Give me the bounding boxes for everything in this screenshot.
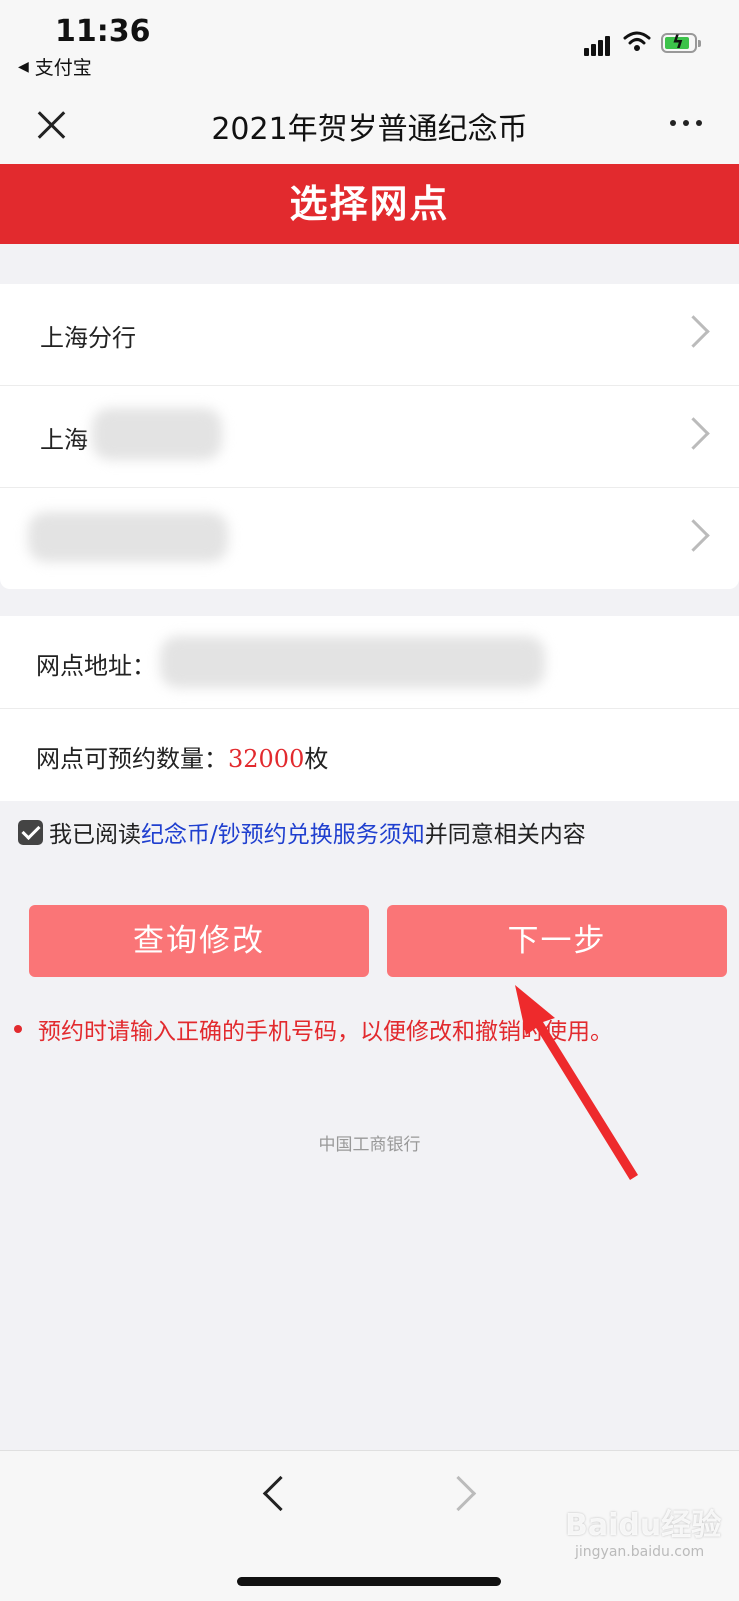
watermark: Baidu经验 jingyan.baidu.com — [565, 1508, 722, 1560]
home-indicator[interactable] — [237, 1577, 501, 1586]
annotation-arrow-icon — [515, 985, 638, 1180]
back-icon[interactable] — [262, 1475, 299, 1512]
footer-bank-name: 中国工商银行 — [318, 1135, 421, 1155]
forward-icon[interactable] — [440, 1475, 477, 1512]
